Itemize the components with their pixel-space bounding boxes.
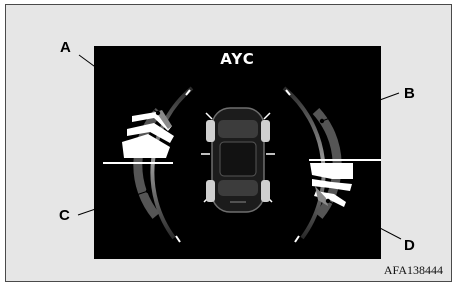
leader-c	[77, 190, 149, 216]
callout-b: B	[404, 85, 415, 102]
diagram-frame: AYC A B C D AFA138444	[5, 4, 452, 282]
leader-d	[327, 200, 402, 240]
callout-lines	[77, 54, 402, 240]
leader-a	[78, 54, 159, 114]
callout-d: D	[404, 237, 415, 254]
callout-a: A	[60, 39, 71, 56]
figure-id: AFA138444	[383, 263, 443, 277]
leader-b	[321, 92, 400, 122]
callout-c: C	[59, 207, 70, 224]
